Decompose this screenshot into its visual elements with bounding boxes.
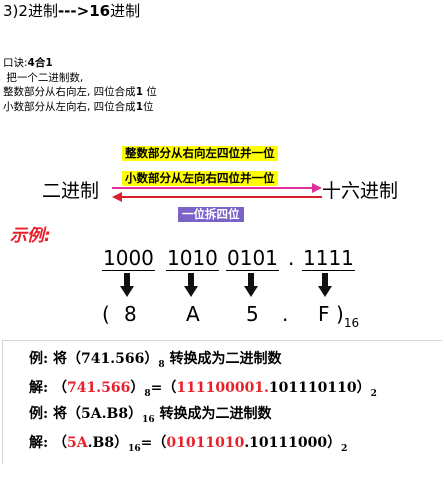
solution-1-label: 解: [29, 380, 49, 396]
solution-1-frac-bits: 101110110 [268, 380, 357, 396]
heading-arrow: --->16 [57, 2, 111, 20]
example-2-label: 例: [29, 406, 49, 422]
example-2-text: 将（5A.B8） [53, 406, 143, 422]
heading-suffix: 进制 [110, 2, 141, 20]
hex-digit-1: 8 [124, 302, 137, 326]
binary-group-4: 1111 [302, 246, 355, 271]
hex-digit-3: 5 [246, 302, 259, 326]
conversion-arrows [112, 183, 322, 202]
example-2-sub: 16 [142, 415, 155, 425]
note-line-2: 整数部分从右向左, 四位合成1 位 [3, 85, 157, 100]
binary-group-1: 1000 [102, 246, 155, 271]
hex-base-subscript: 16 [343, 316, 360, 330]
note-line-1-text: 把一个二进制数, [6, 71, 84, 84]
solution-1-close: ） [130, 380, 145, 396]
binary-group-1-bits: 1000 [102, 246, 155, 271]
solution-2-sub2: 2 [341, 444, 348, 454]
hex-digit-4: F [318, 302, 330, 326]
down-arrow-icon [318, 273, 332, 297]
solution-1-end: ） [356, 380, 371, 396]
example-1-label: 例: [29, 351, 49, 367]
rhyme-line: 口诀:4合1 [3, 56, 157, 71]
solution-2-hex-int: 5A [67, 435, 88, 451]
solution-1-open: （ [53, 380, 68, 396]
note-line-3-text: 小数部分从左向右, 四位合成 [3, 100, 136, 113]
forward-arrow-head [312, 183, 322, 193]
hex-close-paren: )16 [336, 302, 359, 335]
hex-open-paren: ( [102, 302, 110, 326]
example-1-text: 将（741.566） [53, 351, 159, 367]
integer-rule-label: 整数部分从右向左四位并一位 [122, 146, 278, 161]
hex-close-paren-text: ) [336, 302, 344, 326]
rule-notes: 口诀:4合1 把一个二进制数, 整数部分从右向左, 四位合成1 位 小数部分从左… [3, 56, 157, 114]
example-1-task: 转换成为二进制数 [169, 351, 282, 367]
solution-1-octal: 741.566 [67, 380, 131, 396]
binary-label: 二进制 [42, 180, 100, 202]
conversion-diagram: 整数部分从右向左四位并一位 小数部分从左向右四位并一位 二进制 十六进制 一位拆… [0, 138, 444, 338]
examples-box: 例: 将（741.566）8 转换成为二进制数 解: （741.566）8=（1… [2, 340, 442, 464]
solution-2-frac-bits: .10111000 [244, 435, 328, 451]
reverse-rule-label: 一位拆四位 [178, 207, 244, 222]
example-2-task: 转换成为二进制数 [159, 406, 272, 422]
down-arrow-icon [244, 273, 258, 297]
binary-group-3: 0101 [226, 246, 279, 271]
example-title: 示例: [10, 226, 51, 246]
example-2: 例: 将（5A.B8）16 转换成为二进制数 [29, 405, 272, 429]
note-line-1: 把一个二进制数, [3, 71, 157, 86]
solution-1: 解: （741.566）8=（111100001.101110110）2 [29, 379, 377, 403]
rhyme-label: 口诀: [3, 57, 28, 69]
example-1-sub: 8 [158, 360, 165, 370]
note-line-3-num: 1 [135, 100, 143, 113]
binary-group-2-bits: 1010 [166, 246, 219, 271]
solution-2-label: 解: [29, 435, 49, 451]
note-line-3-tail: 位 [143, 100, 154, 113]
solution-2-end: ） [327, 435, 342, 451]
binary-point: . [288, 246, 295, 270]
down-arrow-icon [120, 273, 134, 297]
hex-digit-2: A [186, 302, 200, 326]
solution-1-eq: =（ [150, 380, 177, 396]
solution-2-open: （ [53, 435, 68, 451]
example-1: 例: 将（741.566）8 转换成为二进制数 [29, 350, 282, 374]
heading-prefix: 3)2进制 [3, 2, 58, 20]
binary-group-3-bits: 0101 [226, 246, 279, 271]
solution-2-hex-frac: .B8） [87, 435, 129, 451]
binary-group-2: 1010 [166, 246, 219, 271]
solution-1-int-bits: 111100001. [176, 380, 269, 396]
solution-2-int-bits: 01011010 [166, 435, 245, 451]
solution-1-sub2: 2 [370, 389, 377, 399]
note-line-2-text: 整数部分从右向左, 四位合成 [3, 86, 136, 98]
binary-group-4-bits: 1111 [302, 246, 355, 271]
solution-2: 解: （5A.B8）16=（01011010.10111000）2 [29, 434, 347, 458]
note-line-3: 小数部分从左向右, 四位合成1位 [3, 100, 157, 115]
section-heading: 3)2进制--->16进制 [3, 2, 140, 20]
hex-label: 十六进制 [322, 180, 399, 202]
rhyme-value: 4合1 [27, 57, 53, 69]
backward-arrow-head [112, 192, 122, 202]
down-arrow-icon [184, 273, 198, 297]
note-line-2-tail: 位 [146, 86, 157, 98]
solution-2-eq: =（ [140, 435, 167, 451]
hex-point: . [282, 302, 289, 326]
note-line-2-num: 1 [135, 86, 143, 98]
solution-2-sub: 16 [128, 444, 141, 454]
